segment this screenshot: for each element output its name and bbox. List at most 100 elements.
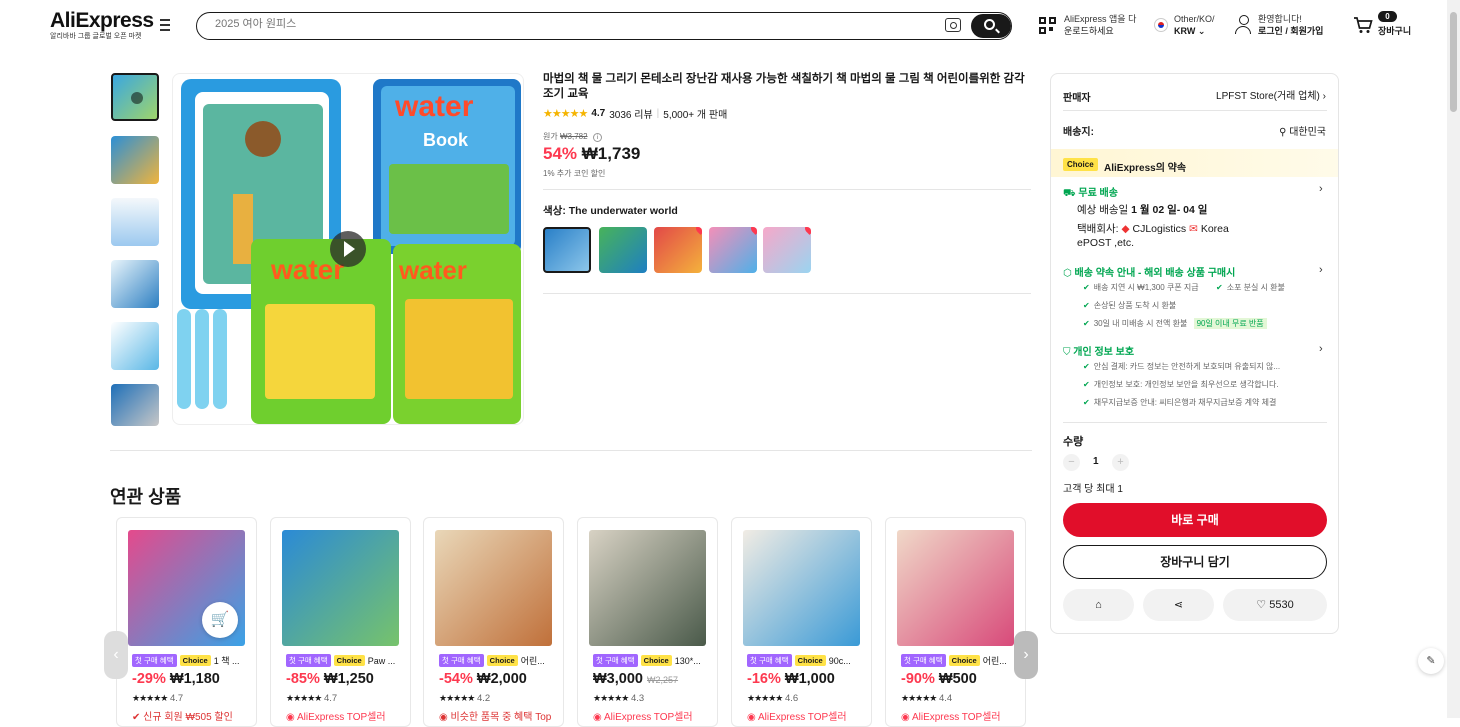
related-product-card[interactable]: 첫 구매 혜택 Choice 어린... -54% ₩2,000 ★★★★★ 4.2… — [423, 517, 564, 727]
divider — [1063, 110, 1327, 111]
quantity-minus-button[interactable]: − — [1063, 454, 1080, 471]
privacy-item: ✔ 개인정보 보호: 개인정보 보안을 최우선으로 생각합니다. — [1083, 379, 1279, 390]
privacy-row[interactable]: ⛉ 개인 정보 보호 — [1063, 343, 1134, 358]
check-icon: ✔ — [1083, 319, 1090, 328]
product-rating: 4.7 — [323, 693, 338, 704]
product-rating: 4.7 — [169, 693, 184, 704]
korea-flag-icon — [1154, 18, 1168, 32]
ship-to-selector[interactable]: ⚲ 대한민국 — [1211, 123, 1326, 138]
color-swatch-2[interactable] — [599, 227, 647, 273]
seller-link[interactable]: LPFST Store(거래 업체) › — [1171, 87, 1326, 102]
box-icon: ⬡ — [1063, 268, 1072, 279]
store-button[interactable]: ⌂ — [1063, 589, 1134, 621]
edit-icon[interactable]: ✎ — [1418, 648, 1444, 674]
choice-tag: Choice — [179, 655, 211, 666]
locale-selector[interactable]: Other/KO/ KRW ⌄ — [1174, 13, 1215, 37]
promise-item: ✔ 손상된 상품 도착 시 환불 — [1083, 300, 1176, 311]
thumbnail-2[interactable] — [111, 136, 159, 184]
welcome-text: 환영합니다! — [1258, 14, 1302, 24]
product-rating: 4.3 — [630, 693, 645, 704]
wishlist-count: 5530 — [1269, 599, 1294, 611]
chevron-right-icon[interactable]: › — [1319, 264, 1323, 276]
image-search-icon[interactable] — [945, 18, 961, 32]
product-price: ₩1,250 — [323, 671, 374, 687]
purchase-panel: 판매자 LPFST Store(거래 업체) › 배송지: ⚲ 대한민국 Cho… — [1050, 73, 1339, 634]
sold-count: 5,000+ 개 판매 — [663, 110, 728, 121]
color-swatch-1[interactable] — [543, 227, 591, 273]
hot-icon — [694, 227, 702, 235]
product-name: 90c... — [828, 655, 851, 666]
aliexpress-logo[interactable]: AliExpress — [50, 9, 154, 33]
product-rating: 4.6 — [784, 693, 799, 704]
original-price-row: 원가 ₩3,782 i — [543, 131, 602, 142]
first-purchase-tag: 첫 구매 혜택 — [901, 654, 946, 667]
thumbnail-5[interactable] — [111, 322, 159, 370]
price-row: 54% ₩1,739 — [543, 144, 640, 164]
info-icon[interactable]: i — [592, 133, 602, 142]
search-input[interactable] — [215, 18, 915, 30]
promise-item: ✔ 소포 분실 시 환불 — [1216, 282, 1285, 293]
related-product-card[interactable]: 첫 구매 혜택 Choice 130*... ₩3,000 ₩2,257 ★★★★★… — [577, 517, 718, 727]
promise-text: 소포 분실 시 환불 — [1226, 283, 1285, 292]
login-link[interactable]: 로그인 / 회원가입 — [1258, 25, 1323, 37]
related-product-card[interactable]: 첫 구매 혜택 Choice Paw ... -85% ₩1,250 ★★★★★ 4… — [270, 517, 411, 727]
check-icon: ✔ — [1083, 362, 1090, 371]
buy-now-button[interactable]: 바로 구매 — [1063, 503, 1327, 537]
cart-icon[interactable] — [1353, 16, 1373, 34]
cart-label[interactable]: 장바구니 — [1378, 24, 1411, 37]
epost-logo-icon: ✉ — [1189, 223, 1198, 235]
eta-dates: 1 월 02 일- 04 일 — [1131, 204, 1208, 216]
seller-name: LPFST Store(거래 업체) — [1216, 91, 1320, 102]
rating-value: 4.7 — [591, 108, 606, 119]
add-to-cart-button[interactable]: 장바구니 담기 — [1063, 545, 1327, 579]
quantity-plus-button[interactable]: + — [1112, 454, 1129, 471]
choice-tag: Choice — [794, 655, 826, 666]
product-rating: 4.2 — [476, 693, 491, 704]
share-button[interactable]: ⋖ — [1143, 589, 1214, 621]
product-price: ₩2,000 — [476, 671, 527, 687]
wishlist-button[interactable]: ♡ 5530 — [1223, 589, 1327, 621]
promo-label: ◉ 비슷한 품목 중 혜택 Top — [439, 712, 552, 723]
delivery-promise-row[interactable]: ⬡ 배송 약속 안내 - 해외 배송 상품 구매시 — [1063, 264, 1235, 279]
qr-code-icon[interactable] — [1039, 17, 1057, 35]
privacy-item: ✔ 채무지급보증 안내: 씨티은행과 채무지급보증 계약 체결 — [1083, 397, 1276, 408]
thumbnail-3[interactable] — [111, 198, 159, 246]
color-swatch-5[interactable] — [763, 227, 811, 273]
original-price-label: 원가 — [543, 132, 558, 141]
review-count[interactable]: 3036 리뷰 — [609, 106, 652, 121]
search-button[interactable] — [971, 14, 1011, 38]
thumbnail-6[interactable] — [111, 384, 159, 426]
carousel-next-button[interactable]: › — [1014, 631, 1038, 679]
add-to-cart-icon[interactable]: 🛒 — [202, 602, 238, 638]
color-swatch-4[interactable] — [709, 227, 757, 273]
menu-icon[interactable] — [160, 19, 174, 33]
chevron-right-icon[interactable]: › — [1319, 183, 1323, 195]
location-pin-icon: ⚲ — [1279, 127, 1287, 138]
app-download-link[interactable]: AliExpress 앱을 다 운로드하세요 — [1064, 13, 1144, 37]
product-image — [743, 530, 860, 646]
related-product-card[interactable]: 첫 구매 혜택 Choice 어린... -90% ₩500 ★★★★★ 4.4 ◉… — [885, 517, 1026, 727]
free-return-badge: 90일 이내 무료 반품 — [1193, 318, 1267, 329]
video-play-button[interactable] — [330, 231, 366, 267]
user-icon[interactable] — [1235, 15, 1253, 35]
account-menu[interactable]: 환영합니다! 로그인 / 회원가입 — [1258, 13, 1323, 37]
scrollbar-thumb[interactable] — [1450, 12, 1457, 112]
carousel-prev-button[interactable]: ‹ — [104, 631, 128, 679]
chevron-right-icon[interactable]: › — [1319, 343, 1323, 355]
page-scrollbar[interactable] — [1447, 0, 1460, 718]
thumbnail-1[interactable] — [111, 73, 159, 121]
currency-label: KRW — [1174, 26, 1196, 36]
free-shipping-row[interactable]: ⛟ 무료 배송 — [1063, 184, 1118, 201]
promise-text: 손상된 상품 도착 시 환불 — [1093, 301, 1177, 310]
promo-label: ◉ AliExpress TOP셀러 — [747, 712, 847, 723]
hot-icon — [803, 227, 811, 235]
cj-logo-icon: ◆ — [1121, 223, 1130, 235]
search-icon — [984, 19, 995, 30]
cart-count-badge: 0 — [1378, 11, 1397, 22]
thumbnail-4[interactable] — [111, 260, 159, 308]
color-swatch-3[interactable] — [654, 227, 702, 273]
star-rating-icon: ★★★★★ — [593, 693, 629, 703]
related-product-card[interactable]: 첫 구매 혜택 Choice 90c... -16% ₩1,000 ★★★★★ 4.… — [731, 517, 872, 727]
related-product-card[interactable]: 🛒 첫 구매 혜택 Choice 1 책 ... -29% ₩1,180 ★★★★★… — [116, 517, 257, 727]
quantity-value[interactable]: 1 — [1093, 456, 1099, 467]
